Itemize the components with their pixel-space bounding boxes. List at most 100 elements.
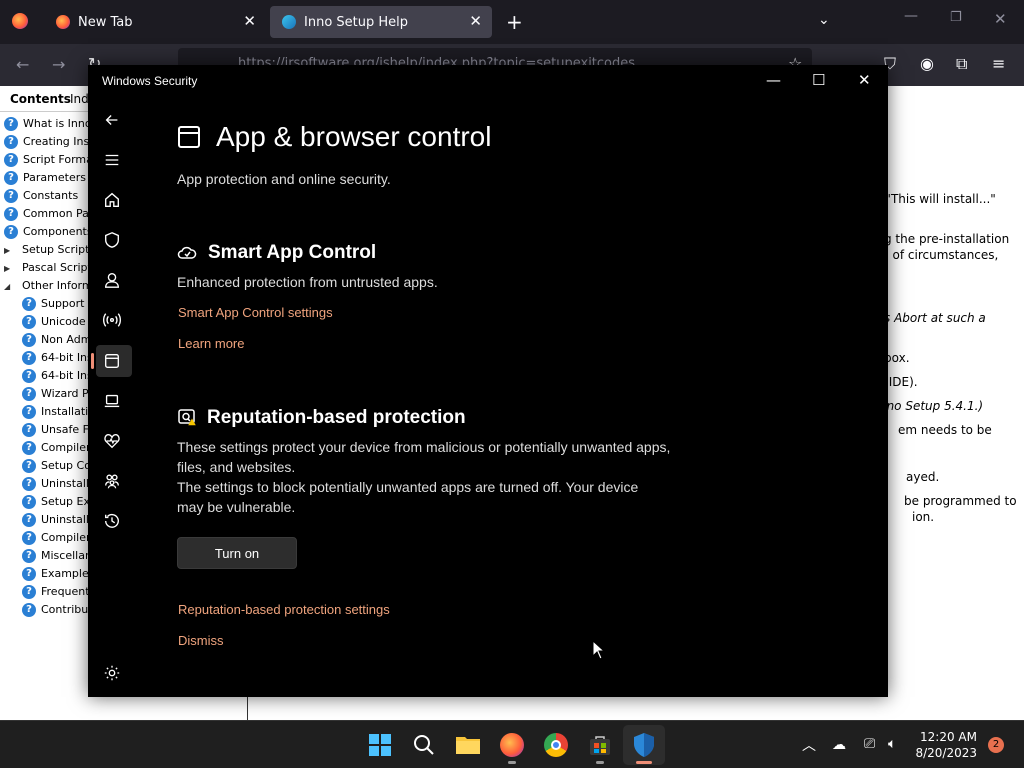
- extensions-icon[interactable]: ⧉: [956, 54, 967, 74]
- help-tree-item[interactable]: ? Script Format: [4, 151, 97, 169]
- help-tree-item[interactable]: ? Components: [4, 223, 93, 241]
- firefox-menu-icon[interactable]: [12, 13, 28, 29]
- help-tree-label: Setup Co: [41, 459, 91, 472]
- start-windows-icon[interactable]: [364, 729, 396, 761]
- back-arrow-icon[interactable]: ←: [16, 55, 29, 74]
- volume-icon[interactable]: 🔈︎: [888, 736, 896, 752]
- running-indicator: [596, 761, 604, 764]
- restore-icon[interactable]: ❐: [950, 10, 962, 25]
- chevron-down-icon[interactable]: ⌄: [818, 12, 830, 28]
- smart-app-control-settings-link[interactable]: Smart App Control settings: [178, 305, 333, 320]
- window-title: Windows Security: [102, 74, 198, 88]
- new-tab-icon[interactable]: +: [506, 10, 523, 34]
- chrome-icon[interactable]: [540, 729, 572, 761]
- help-tree-item[interactable]: ▶ Setup Script: [4, 241, 89, 259]
- expand-closed-icon[interactable]: ▶: [4, 242, 14, 260]
- device-security-icon[interactable]: [102, 391, 122, 411]
- help-tree-item[interactable]: ▶ Pascal Scripti: [4, 259, 95, 277]
- help-topic-icon: ?: [22, 567, 36, 581]
- hamburger-menu-icon[interactable]: ≡: [992, 54, 1005, 73]
- search-icon[interactable]: [408, 729, 440, 761]
- help-tree-item[interactable]: ◢ Other Inform: [4, 277, 93, 295]
- dismiss-link[interactable]: Dismiss: [178, 633, 224, 648]
- maximize-icon[interactable]: ☐: [812, 71, 825, 89]
- learn-more-link[interactable]: Learn more: [178, 336, 244, 351]
- help-tree-item[interactable]: ? What is Inno: [4, 115, 92, 133]
- help-tree-label: Setup Exi: [41, 495, 94, 508]
- sidebar-selected-indicator: [91, 353, 94, 369]
- microsoft-store-icon[interactable]: [584, 729, 616, 761]
- help-tree-item[interactable]: ? Wizard Pa: [22, 385, 95, 403]
- expand-open-icon[interactable]: ◢: [4, 278, 14, 296]
- help-text-fragment: em needs to be: [898, 423, 992, 437]
- help-tree-item[interactable]: ? Miscellan: [22, 547, 92, 565]
- forward-arrow-icon[interactable]: →: [52, 55, 65, 74]
- minimize-icon[interactable]: —: [766, 71, 781, 89]
- close-window-icon[interactable]: ✕: [994, 10, 1007, 28]
- close-icon[interactable]: ✕: [858, 71, 871, 89]
- help-topic-icon: ?: [22, 585, 36, 599]
- hamburger-menu-icon[interactable]: [102, 150, 122, 170]
- back-icon[interactable]: [102, 110, 122, 130]
- onedrive-off-icon[interactable]: ☁: [832, 737, 846, 753]
- close-tab-icon[interactable]: ✕: [243, 12, 256, 30]
- help-tree-item[interactable]: ? Non Adm: [22, 331, 91, 349]
- clock-time[interactable]: 12:20 AM: [920, 730, 977, 744]
- network-icon[interactable]: [102, 310, 122, 330]
- help-tree-item[interactable]: ? Uninstallo: [22, 475, 96, 493]
- close-tab-icon[interactable]: ✕: [469, 12, 482, 30]
- reputation-settings-link[interactable]: Reputation-based protection settings: [178, 602, 390, 617]
- account-icon[interactable]: [102, 270, 122, 290]
- help-tree-item[interactable]: ? Common Par: [4, 205, 93, 223]
- help-tree-label: Support I: [41, 297, 92, 310]
- home-icon[interactable]: [102, 190, 122, 210]
- turn-on-button[interactable]: Turn on: [177, 537, 297, 569]
- help-topic-icon: ?: [22, 333, 36, 347]
- firefox-icon[interactable]: [496, 729, 528, 761]
- notification-badge[interactable]: 2: [988, 737, 1004, 753]
- chevron-up-icon[interactable]: ︿: [802, 735, 816, 755]
- help-tree-item[interactable]: ? 64-bit Ins: [22, 367, 93, 385]
- tab-new-tab[interactable]: New Tab ✕: [44, 6, 266, 38]
- tab-inno-setup-help[interactable]: Inno Setup Help ✕: [270, 6, 492, 38]
- help-topic-icon: ?: [4, 135, 18, 149]
- help-tree-label: Non Adm: [41, 333, 92, 346]
- help-tree-item[interactable]: ? Unicode: [22, 313, 86, 331]
- help-tree-item[interactable]: ? Unsafe Fi: [22, 421, 91, 439]
- file-explorer-icon[interactable]: [452, 729, 484, 761]
- help-tree-item[interactable]: ? Contribut: [22, 601, 93, 619]
- clock-date[interactable]: 8/20/2023: [915, 746, 977, 760]
- expand-closed-icon[interactable]: ▶: [4, 260, 14, 278]
- settings-gear-icon[interactable]: [102, 663, 122, 683]
- help-tree-item[interactable]: ? Compiler: [22, 529, 91, 547]
- help-tree-item[interactable]: ? 64-bit Ins: [22, 349, 93, 367]
- minimize-icon[interactable]: —: [904, 8, 918, 24]
- help-tree-item[interactable]: ? Constants: [4, 187, 78, 205]
- help-tree-item[interactable]: ? Uninstallo: [22, 511, 96, 529]
- browser-tab-bar: New Tab ✕ Inno Setup Help ✕ + ⌄ — ❐ ✕: [0, 0, 1024, 44]
- family-options-icon[interactable]: [102, 471, 122, 491]
- help-tree-item[interactable]: ? Compiler: [22, 439, 91, 457]
- protection-history-icon[interactable]: [102, 511, 122, 531]
- help-tree-item[interactable]: ? Parameters in: [4, 169, 99, 187]
- help-tree-item[interactable]: ? Setup Co: [22, 457, 91, 475]
- help-tree-item[interactable]: ? Setup Exi: [22, 493, 93, 511]
- help-tree-item[interactable]: ? Installatio: [22, 403, 95, 421]
- windows-security-shield-icon[interactable]: [628, 729, 660, 761]
- help-topic-icon: ?: [22, 405, 36, 419]
- network-display-icon[interactable]: ⎚: [864, 736, 875, 752]
- tab-contents[interactable]: Contents: [10, 92, 71, 106]
- device-health-icon[interactable]: [102, 431, 122, 451]
- help-tree-item[interactable]: ? Support I: [22, 295, 91, 313]
- tab-label: New Tab: [78, 14, 133, 30]
- taskbar: ︿ ☁ ⎚ 🔈︎ 12:20 AM 8/20/2023 2: [0, 720, 1024, 768]
- app-browser-icon[interactable]: [102, 351, 122, 371]
- help-text-fragment: ion.: [912, 510, 935, 524]
- help-tree-item[interactable]: ? Frequent: [22, 583, 90, 601]
- account-icon[interactable]: ◉: [920, 54, 934, 73]
- mouse-cursor-icon: [592, 640, 606, 660]
- help-tree-item[interactable]: ? Creating Inst: [4, 133, 94, 151]
- shield-icon[interactable]: [102, 230, 122, 250]
- help-topic-icon: ?: [22, 549, 36, 563]
- tab-index[interactable]: Ind: [70, 92, 89, 106]
